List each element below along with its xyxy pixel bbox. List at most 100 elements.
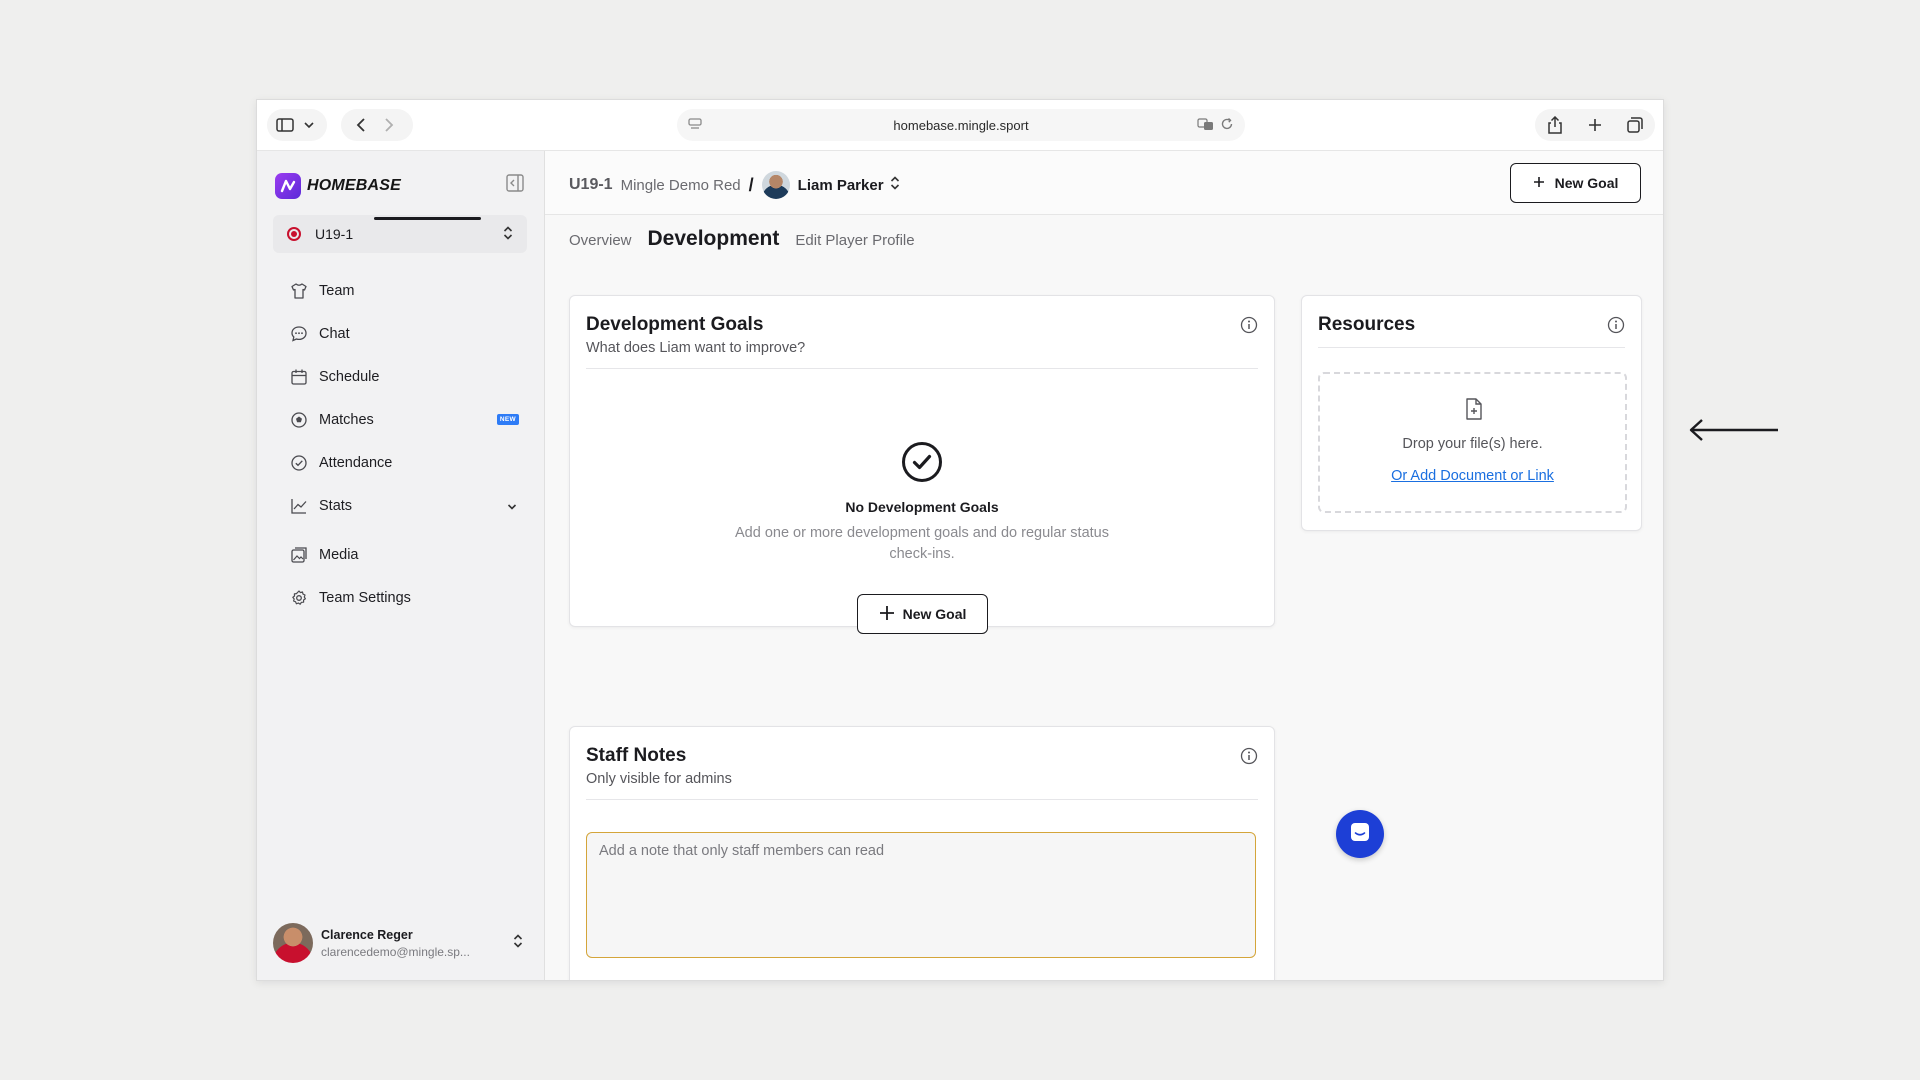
collapse-sidebar-icon[interactable] [505, 173, 525, 198]
new-goal-button[interactable]: New Goal [1510, 163, 1641, 203]
avatar [273, 923, 313, 963]
main-content: U19-1 Mingle Demo Red / Liam Parker New … [374, 151, 1663, 980]
tab-bar: Overview Development Edit Player Profile [569, 227, 915, 251]
soccer-ball-icon [289, 410, 309, 430]
sidebar-item-chat[interactable]: Chat [273, 312, 527, 355]
player-avatar [761, 171, 790, 199]
brand[interactable]: HOMEBASE [275, 173, 401, 199]
file-dropzone[interactable]: Drop your file(s) here. Or Add Document … [1318, 372, 1627, 513]
gear-icon [289, 588, 309, 608]
breadcrumb-team[interactable]: U19-1 [569, 176, 613, 194]
card-subtitle: What does Liam want to improve? [586, 340, 806, 356]
empty-state: No Development Goals Add one or more dev… [570, 440, 1274, 565]
new-goal-label: New Goal [1554, 175, 1619, 191]
sidebar: HOMEBASE U19-1 Team Chat Schedule Matche… [257, 151, 545, 980]
check-circle-icon [289, 453, 309, 473]
chevron-down-icon[interactable] [507, 499, 517, 515]
divider [586, 368, 1258, 369]
breadcrumb-subteam[interactable]: Mingle Demo Red [621, 177, 741, 194]
homebase-logo-icon [275, 173, 301, 199]
chevron-updown-icon[interactable] [890, 175, 900, 195]
plus-icon [879, 605, 895, 624]
staff-notes-card: Staff Notes Only visible for admins [569, 726, 1275, 980]
sidebar-item-label: Media [319, 546, 359, 563]
sidebar-item-matches[interactable]: Matches NEW [273, 398, 527, 441]
translate-icon[interactable] [1197, 116, 1215, 135]
chat-bubble-icon [289, 324, 309, 344]
browser-actions-group [1535, 109, 1655, 141]
browser-window: homebase.mingle.sport HOMEBASE U19-1 Tea… [256, 99, 1664, 981]
resources-card: Resources Drop your file(s) here. Or Add… [1301, 295, 1642, 531]
sidebar-item-label: Attendance [319, 454, 393, 471]
brand-name: HOMEBASE [307, 177, 402, 194]
team-crest-icon [287, 227, 301, 241]
shirt-icon [289, 281, 309, 301]
chevron-down-icon[interactable] [297, 111, 321, 139]
plus-icon [1533, 175, 1545, 191]
sidebar-nav: Team Chat Schedule Matches NEW Attendanc… [273, 269, 527, 619]
user-name: Clarence Reger [321, 927, 413, 942]
new-tab-icon[interactable] [1581, 111, 1609, 139]
line-chart-icon [289, 496, 309, 516]
sidebar-item-media[interactable]: Media [273, 533, 527, 576]
calendar-icon [289, 367, 309, 387]
card-subtitle: Only visible for admins [586, 771, 732, 787]
sidebar-item-team-settings[interactable]: Team Settings [273, 576, 527, 619]
page-settings-icon[interactable] [687, 116, 703, 135]
empty-state-description: Add one or more development goals and do… [734, 525, 1109, 562]
back-arrow-icon[interactable] [347, 111, 375, 139]
card-title: Development Goals [586, 314, 764, 335]
url-bar[interactable]: homebase.mingle.sport [677, 109, 1245, 141]
sidebar-item-team[interactable]: Team [273, 269, 527, 312]
staff-notes-input[interactable] [586, 832, 1256, 958]
new-goal-label: New Goal [902, 606, 967, 622]
dropzone-text: Drop your file(s) here. [1402, 436, 1543, 452]
add-document-link[interactable]: Or Add Document or Link [1320, 468, 1625, 484]
development-goals-card: Development Goals What does Liam want to… [569, 295, 1275, 634]
player-switcher[interactable]: Liam Parker [798, 177, 884, 194]
divider [1318, 347, 1625, 348]
sidebar-toggle-group [267, 109, 327, 141]
team-select[interactable]: U19-1 [273, 215, 527, 253]
user-card[interactable]: Clarence Reger clarencedemo@mingle.sp... [273, 921, 527, 965]
breadcrumb: U19-1 Mingle Demo Red / Liam Parker [569, 171, 900, 199]
url-text: homebase.mingle.sport [893, 117, 1029, 133]
sidebar-item-label: Team [319, 282, 355, 299]
sidebar-item-stats[interactable]: Stats [273, 484, 527, 527]
sidebar-item-label: Stats [319, 497, 353, 514]
new-goal-button-empty-state[interactable]: New Goal [857, 594, 988, 634]
sidebar-toggle-icon[interactable] [273, 111, 297, 139]
sidebar-item-label: Matches [319, 411, 374, 428]
card-title: Staff Notes [586, 745, 687, 766]
check-circle-icon [900, 440, 944, 489]
chevron-updown-icon [503, 225, 513, 244]
annotation-arrow-icon [1688, 418, 1780, 447]
share-icon[interactable] [1541, 111, 1569, 139]
info-icon[interactable] [1240, 747, 1258, 770]
sidebar-item-attendance[interactable]: Attendance [273, 441, 527, 484]
sidebar-item-schedule[interactable]: Schedule [273, 355, 527, 398]
sidebar-item-label: Schedule [319, 368, 380, 385]
tab-development[interactable]: Development [648, 227, 780, 251]
sidebar-item-label: Team Settings [319, 589, 411, 606]
breadcrumb-separator: / [748, 174, 754, 195]
new-badge: NEW [496, 414, 519, 425]
team-select-value: U19-1 [315, 226, 354, 242]
forward-arrow-icon[interactable] [375, 111, 403, 139]
tab-edit-player-profile[interactable]: Edit Player Profile [795, 232, 914, 249]
user-email: clarencedemo@mingle.sp... [321, 944, 470, 959]
support-chat-button[interactable] [1336, 810, 1384, 858]
chat-icon [1349, 821, 1371, 848]
reload-icon[interactable] [1219, 116, 1235, 135]
chevron-updown-icon[interactable] [513, 933, 523, 954]
page-header: U19-1 Mingle Demo Red / Liam Parker New … [545, 151, 1663, 215]
browser-toolbar: homebase.mingle.sport [257, 100, 1663, 151]
nav-buttons-group [341, 109, 413, 141]
sidebar-item-label: Chat [319, 325, 350, 342]
tab-overview-icon[interactable] [1621, 111, 1649, 139]
info-icon[interactable] [1607, 316, 1625, 339]
tab-overview[interactable]: Overview [569, 232, 632, 249]
add-file-icon [1464, 398, 1484, 425]
divider [586, 799, 1258, 800]
info-icon[interactable] [1240, 316, 1258, 339]
